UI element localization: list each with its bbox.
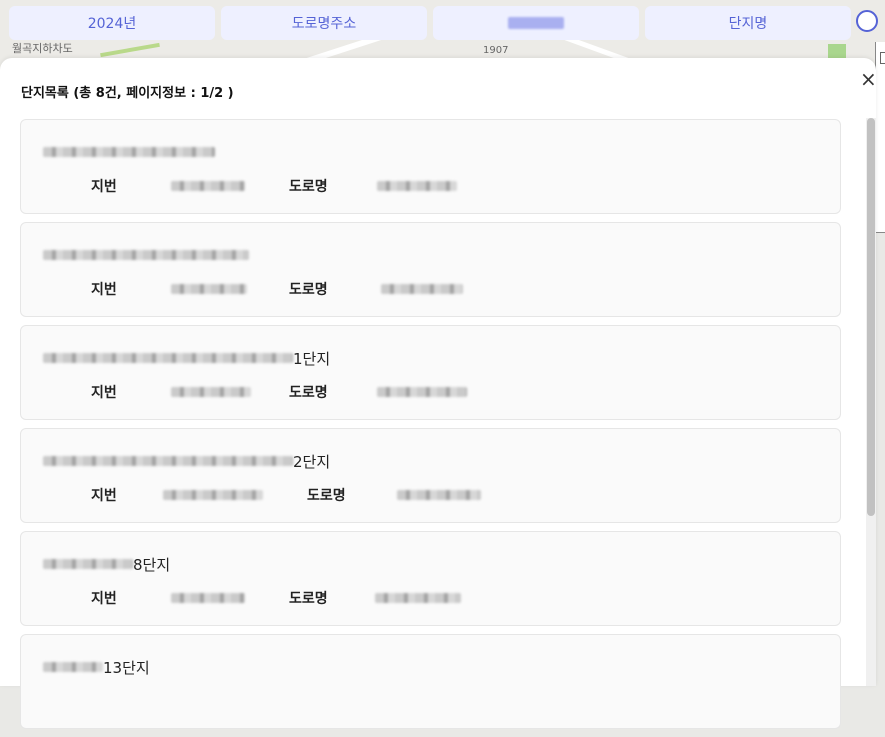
list-item[interactable]: 2단지 지번 도로명 [20, 428, 841, 523]
complex-name: 13단지 [43, 657, 150, 677]
road-label: 도로명 [289, 179, 328, 195]
redacted-text [43, 147, 215, 157]
tab-redacted[interactable] [433, 6, 639, 40]
list-item[interactable]: 8단지 지번 도로명 [20, 531, 841, 626]
address-row: 지번 도로명 [21, 279, 840, 299]
road-label: 도로명 [289, 385, 328, 401]
redacted-text [377, 181, 457, 191]
address-row: 지번 도로명 [21, 176, 840, 196]
panel-title: 단지목록 (총 8건, 페이지정보 : 1/2 ) [21, 86, 234, 101]
search-tabs: 2024년 도로명주소 단지명 [9, 6, 851, 40]
jibun-label: 지번 [91, 282, 117, 298]
scrollbar-thumb[interactable] [867, 118, 875, 516]
road-label: 도로명 [289, 591, 328, 607]
map-route-number: 1907 [483, 45, 509, 56]
tab-road-address[interactable]: 도로명주소 [221, 6, 427, 40]
redacted-text [43, 559, 133, 569]
redacted-text [43, 456, 293, 466]
jibun-label: 지번 [91, 385, 117, 401]
complex-list: 지번 도로명 지번 도로명 1단지 지번 도로명 2단지 지번 도로명 8단지 … [20, 119, 841, 737]
redacted-text [171, 387, 251, 397]
complex-name-suffix: 2단지 [293, 452, 331, 471]
address-row: 지번 도로명 [21, 588, 840, 608]
road-label: 도로명 [307, 488, 346, 504]
search-icon[interactable] [856, 10, 878, 32]
jibun-label: 지번 [91, 591, 117, 607]
map-place-label: 월곡지하차도 [12, 42, 73, 55]
complex-name: 2단지 [43, 451, 330, 471]
complex-name: 8단지 [43, 554, 170, 574]
address-row: 지번 도로명 [21, 485, 840, 505]
redacted-text [171, 284, 247, 294]
redacted-text [43, 353, 293, 363]
complex-name-suffix: 1단지 [293, 349, 331, 368]
list-item[interactable]: 1단지 지번 도로명 [20, 325, 841, 420]
jibun-label: 지번 [91, 179, 117, 195]
close-icon[interactable]: × [860, 69, 877, 89]
redacted-text [375, 593, 461, 603]
list-item[interactable]: 13단지 [20, 634, 841, 729]
complex-name-suffix: 8단지 [133, 555, 171, 574]
complex-name: 1단지 [43, 348, 330, 368]
redacted-text [377, 387, 467, 397]
redacted-text [381, 284, 463, 294]
list-item[interactable]: 지번 도로명 [20, 119, 841, 214]
complex-name-suffix: 13단지 [103, 658, 150, 677]
map-road [100, 42, 160, 58]
tab-year[interactable]: 2024년 [9, 6, 215, 40]
redacted-text [171, 181, 245, 191]
redacted-text [171, 593, 245, 603]
redacted-text [43, 250, 249, 260]
address-row: 지번 도로명 [21, 382, 840, 402]
complex-name [43, 245, 249, 265]
redacted-text [508, 17, 564, 29]
redacted-text [43, 662, 103, 672]
road-label: 도로명 [289, 282, 328, 298]
list-item[interactable]: 지번 도로명 [20, 222, 841, 317]
checkbox-icon[interactable] [880, 52, 885, 64]
complex-name [43, 142, 215, 162]
redacted-text [397, 490, 481, 500]
jibun-label: 지번 [91, 488, 117, 504]
redacted-text [163, 490, 263, 500]
tab-complex-name[interactable]: 단지명 [645, 6, 851, 40]
